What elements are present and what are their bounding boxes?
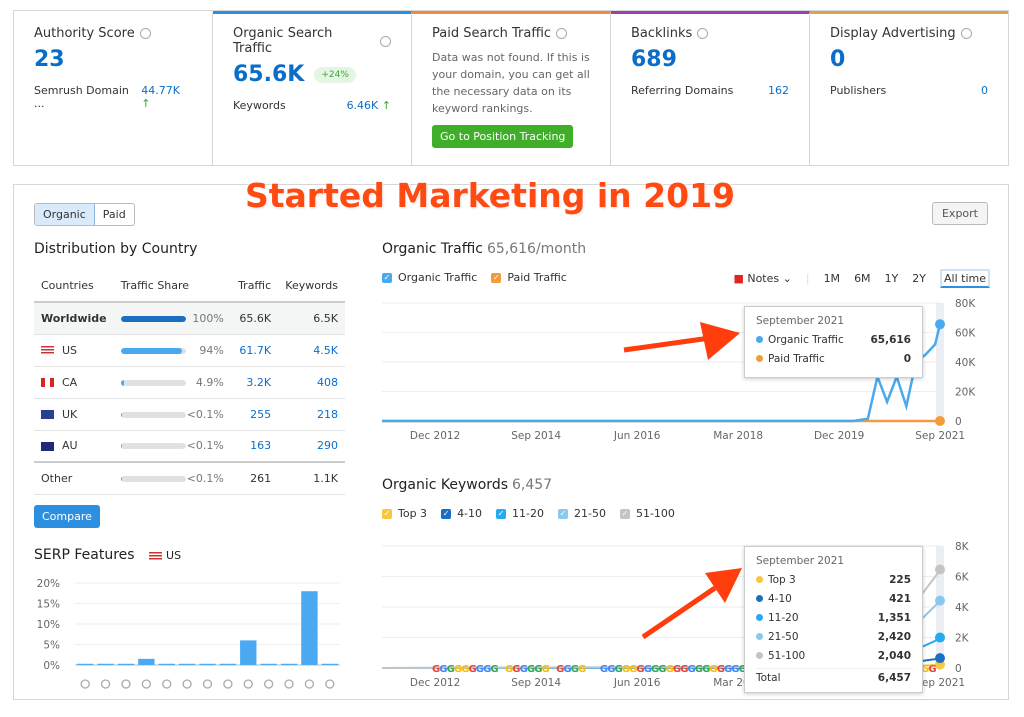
tooltip-value: 1,351	[877, 612, 911, 624]
featured-snippet-icon[interactable]	[80, 679, 90, 689]
tooltip-label: 51-100	[768, 650, 806, 662]
series-point[interactable]	[935, 564, 945, 575]
tooltip-value: 2,040	[877, 650, 911, 662]
x-tick-label: Dec 2019	[814, 430, 864, 442]
google-update-icon[interactable]: G	[490, 664, 498, 675]
x-tick-label: Jun 2016	[613, 430, 661, 442]
local-pack-icon[interactable]	[100, 679, 111, 689]
keywords-tooltip: September 2021 Top 3 225 4-10 421 11-20 1,351…	[744, 546, 923, 693]
y-tick-label: 6K	[955, 572, 970, 584]
tooltip-label: 11-20	[768, 612, 799, 624]
video-icon[interactable]	[202, 679, 213, 689]
y-tick-label: 80K	[955, 298, 976, 310]
y-tick-label: 20%	[37, 578, 60, 590]
dot-icon	[756, 336, 763, 343]
hover-band	[936, 546, 944, 668]
x-tick-label: Sep 2014	[511, 430, 561, 442]
x-tick-label: Sep 2014	[511, 677, 561, 689]
x-tick-label: Mar 2018	[713, 430, 763, 442]
serp-bar-video-carousel[interactable]	[280, 663, 298, 665]
tooltip-value: 0	[903, 353, 911, 365]
tooltip-date: September 2021	[756, 555, 845, 567]
x-tick-label: Jun 2016	[613, 677, 661, 689]
google-update-icon[interactable]: G	[578, 664, 586, 675]
image-pack-icon[interactable]	[264, 679, 274, 689]
people-also-ask-icon[interactable]	[304, 679, 315, 689]
y-tick-label: 0	[955, 416, 962, 428]
tooltip-date: September 2021	[756, 315, 845, 327]
y-tick-label: 4K	[955, 602, 970, 614]
serp-bar-images[interactable]	[138, 658, 155, 665]
y-tick-label: 2K	[955, 633, 970, 645]
y-tick-label: 10%	[37, 619, 60, 631]
faq-icon[interactable]	[325, 679, 335, 689]
dot-icon	[756, 633, 763, 640]
serp-bar-image-pack[interactable]	[260, 663, 277, 665]
serp-bar-top-stories[interactable]	[117, 663, 135, 665]
serp-bar-local-pack[interactable]	[97, 663, 114, 665]
y-tick-label: 40K	[955, 357, 976, 369]
x-tick-label: Dec 2012	[410, 430, 460, 442]
tooltip-label: Organic Traffic	[768, 334, 844, 346]
total-value: 6,457	[877, 672, 911, 684]
series-point[interactable]	[935, 319, 945, 330]
series-point[interactable]	[935, 595, 945, 606]
dot-icon	[756, 576, 763, 583]
x-tick-label: Dec 2012	[410, 677, 460, 689]
dot-icon	[756, 595, 763, 602]
dot-icon	[756, 614, 763, 621]
video-carousel-icon[interactable]	[284, 679, 294, 689]
tooltip-label: Top 3	[768, 574, 796, 586]
serp-bar-featured-video[interactable]	[219, 663, 237, 665]
y-tick-label: 5%	[43, 640, 60, 652]
tooltip-label: 4-10	[768, 593, 792, 605]
y-tick-label: 0	[955, 663, 962, 675]
google-update-icon[interactable]: G	[928, 664, 936, 675]
knowledge-panel-icon[interactable]	[243, 679, 253, 689]
serp-bar-faq[interactable]	[321, 663, 338, 665]
google-update-icon[interactable]: G	[542, 664, 550, 675]
serp-bar-sitelinks[interactable]	[158, 663, 175, 665]
y-tick-label: 8K	[955, 541, 970, 553]
series-point[interactable]	[935, 416, 945, 426]
reviews-icon[interactable]	[182, 679, 192, 689]
total-label: Total	[756, 672, 781, 684]
serp-bar-knowledge-panel[interactable]	[240, 640, 257, 665]
tooltip-label: 21-50	[768, 631, 799, 643]
headline-annotation: Started Marketing in 2019	[245, 176, 736, 215]
tooltip-value: 421	[889, 593, 911, 605]
serp-bar-reviews[interactable]	[178, 663, 196, 665]
tooltip-value: 2,420	[877, 631, 911, 643]
serp-bar-video[interactable]	[199, 663, 216, 665]
featured-video-icon[interactable]	[223, 679, 233, 689]
y-tick-label: 0%	[43, 660, 60, 672]
serp-bar-people-also-ask[interactable]	[301, 591, 318, 665]
tooltip-label: Paid Traffic	[768, 353, 825, 365]
series-point[interactable]	[935, 653, 945, 664]
images-icon[interactable]	[141, 679, 151, 689]
y-tick-label: 60K	[955, 328, 976, 340]
y-tick-label: 20K	[955, 387, 976, 399]
dot-icon	[756, 652, 763, 659]
top-stories-icon[interactable]	[121, 679, 131, 689]
serp-bar-featured-snippet[interactable]	[77, 663, 94, 665]
tooltip-value: 225	[889, 574, 911, 586]
traffic-tooltip: September 2021 Organic Traffic 65,616 Pai…	[744, 306, 923, 378]
y-tick-label: 15%	[37, 599, 60, 611]
dot-icon	[756, 355, 763, 362]
x-tick-label: Sep 2021	[915, 430, 965, 442]
series-point[interactable]	[935, 632, 945, 643]
sitelinks-icon[interactable]	[162, 679, 172, 689]
tooltip-value: 65,616	[870, 334, 911, 346]
